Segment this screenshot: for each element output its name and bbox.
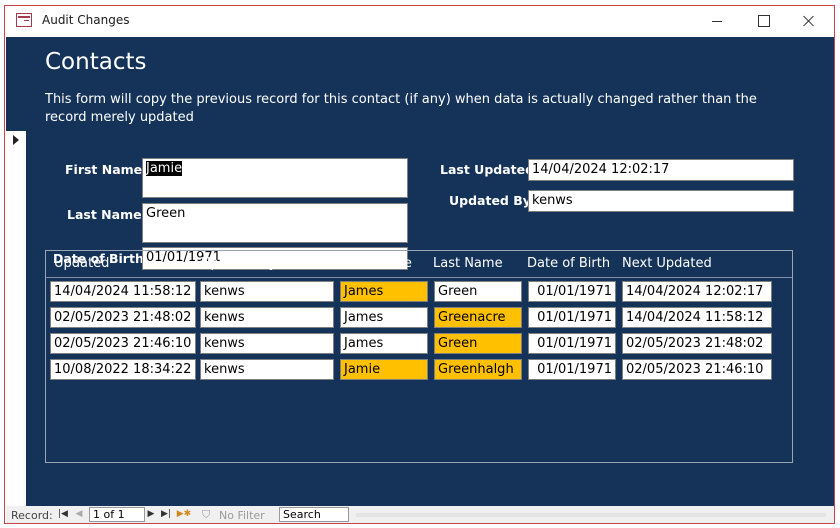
new-record-icon[interactable]: ▶✱: [176, 508, 192, 520]
record-selector[interactable]: [6, 131, 26, 506]
cell-last-name[interactable]: Greenhalgh: [434, 359, 522, 380]
col-header-last-name: Last Name: [433, 256, 503, 271]
cell-date-of-birth[interactable]: 01/01/1971: [528, 333, 616, 354]
cell-updated-by[interactable]: kenws: [200, 281, 334, 302]
cell-first-name[interactable]: James: [340, 333, 428, 354]
horizontal-scrollbar[interactable]: [356, 513, 826, 517]
current-record-arrow-icon: [13, 135, 19, 145]
last-updated-label: Last Updated:: [440, 162, 540, 177]
cell-last-name[interactable]: Green: [434, 333, 522, 354]
window-title: Audit Changes: [42, 13, 130, 27]
col-header-next-updated: Next Updated: [622, 256, 712, 271]
maximize-button[interactable]: [740, 9, 786, 33]
record-navigation-bar: Record: |◀ ◀ 1 of 1 ▶ ▶| ▶✱ ⛉ No Filter …: [6, 506, 834, 523]
cell-last-name[interactable]: Green: [434, 281, 522, 302]
cell-updated[interactable]: 02/05/2023 21:48:02: [50, 307, 196, 328]
last-record-icon[interactable]: ▶|: [160, 508, 172, 520]
form-title: Contacts: [45, 49, 147, 75]
close-button[interactable]: [786, 9, 832, 33]
cell-next-updated[interactable]: 02/05/2023 21:48:02: [622, 333, 772, 354]
cell-first-name[interactable]: James: [340, 307, 428, 328]
form-icon: [16, 13, 32, 27]
cell-updated-by[interactable]: kenws: [200, 359, 334, 380]
cell-first-name[interactable]: James: [340, 281, 428, 302]
first-name-label: First Name:: [65, 162, 148, 177]
first-name-value: Jamie: [146, 161, 183, 176]
cell-updated[interactable]: 02/05/2023 21:46:10: [50, 333, 196, 354]
cell-date-of-birth[interactable]: 01/01/1971: [528, 359, 616, 380]
cell-next-updated[interactable]: 02/05/2023 21:46:10: [622, 359, 772, 380]
cell-next-updated[interactable]: 14/04/2024 11:58:12: [622, 307, 772, 328]
updated-by-label: Updated By:: [449, 193, 536, 208]
history-subform: Updated Updated by First Name Last Name …: [45, 250, 793, 463]
col-header-date-of-birth: Date of Birth: [527, 256, 611, 271]
no-filter-button[interactable]: No Filter: [219, 509, 265, 522]
cell-updated-by[interactable]: kenws: [200, 333, 334, 354]
next-record-icon[interactable]: ▶: [145, 508, 157, 520]
cell-last-name[interactable]: Greenacre: [434, 307, 522, 328]
form-description: This form will copy the previous record …: [45, 92, 757, 125]
col-header-first-name: First Name: [342, 256, 412, 271]
last-updated-field[interactable]: 14/04/2024 12:02:17: [528, 159, 794, 181]
cell-first-name[interactable]: Jamie: [340, 359, 428, 380]
header-divider: [46, 277, 792, 278]
last-name-label: Last Name:: [67, 207, 147, 222]
cell-date-of-birth[interactable]: 01/01/1971: [528, 281, 616, 302]
first-name-field[interactable]: Jamie: [142, 158, 408, 198]
previous-record-icon[interactable]: ◀: [73, 508, 85, 520]
last-name-field[interactable]: Green: [142, 203, 408, 243]
cell-next-updated[interactable]: 14/04/2024 12:02:17: [622, 281, 772, 302]
record-position-field[interactable]: 1 of 1: [89, 507, 145, 522]
cell-updated[interactable]: 14/04/2024 11:58:12: [50, 281, 196, 302]
updated-by-field[interactable]: kenws: [528, 190, 794, 212]
minimize-button[interactable]: [693, 9, 739, 33]
col-header-updated-by: Updated by: [201, 256, 277, 271]
title-bar: Audit Changes: [5, 6, 834, 36]
first-record-icon[interactable]: |◀: [57, 508, 69, 520]
col-header-updated: Updated: [54, 256, 110, 271]
cell-updated[interactable]: 10/08/2022 18:34:22: [50, 359, 196, 380]
filter-icon: ⛉: [202, 508, 211, 521]
record-label: Record:: [11, 509, 53, 522]
cell-updated-by[interactable]: kenws: [200, 307, 334, 328]
search-input[interactable]: Search: [279, 507, 349, 522]
cell-date-of-birth[interactable]: 01/01/1971: [528, 307, 616, 328]
